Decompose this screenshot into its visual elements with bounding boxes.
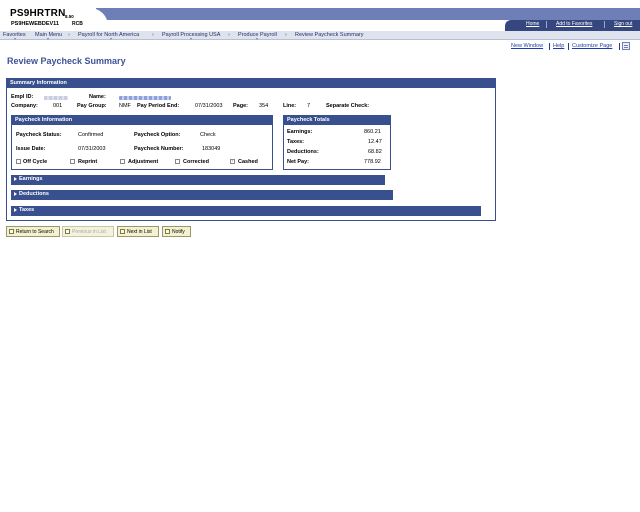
chevron-down-icon [47, 38, 49, 40]
company-label: Company: [11, 103, 38, 109]
expand-arrow-icon [14, 191, 17, 196]
previous-arrow-icon [65, 229, 70, 234]
taxes-total-value: 12.47 [368, 139, 382, 145]
breadcrumb-arrow-icon: › [228, 32, 230, 38]
empl-id-label: Empl ID: [11, 94, 34, 100]
employee-name-link[interactable] [119, 96, 171, 100]
issue-date-value: 07/31/2003 [78, 146, 106, 152]
issue-date-label: Issue Date: [16, 146, 46, 152]
paycheck-totals-box: Paycheck Totals Earnings: 860.21 Taxes: … [283, 115, 391, 170]
add-to-favorites-link[interactable]: Add to Favorites [556, 21, 592, 29]
expand-arrow-icon [14, 176, 17, 181]
summary-panel: Summary Information Empl ID: Name: Compa… [6, 78, 496, 221]
reprint-label: Reprint [78, 159, 98, 165]
customize-page-link[interactable]: Customize Page [572, 43, 612, 49]
app-version: 8.50 [65, 14, 74, 19]
next-in-list-button[interactable]: Next in List [117, 226, 159, 237]
line-label: Line: [283, 103, 297, 109]
database-extra: RCB [72, 21, 83, 27]
chevron-down-icon [256, 38, 258, 40]
page-title: Review Paycheck Summary [7, 56, 126, 66]
corrected-label: Corrected [183, 159, 209, 165]
top-banner [0, 0, 640, 31]
cashed-label: Cashed [238, 159, 258, 165]
return-to-search-label: Return to Search [16, 229, 54, 235]
taxes-section-label: Taxes [19, 207, 35, 213]
new-window-link[interactable]: New Window [511, 43, 543, 49]
separate-check-label: Separate Check: [326, 103, 370, 109]
deductions-total-value: 68.82 [368, 149, 382, 155]
paycheck-status-label: Paycheck Status: [16, 132, 62, 138]
search-return-icon [9, 229, 14, 234]
breadcrumb-arrow-icon: › [68, 32, 70, 38]
paycheck-number-value: 183049 [202, 146, 221, 152]
deductions-total-label: Deductions: [287, 149, 319, 155]
deductions-section-toggle[interactable]: Deductions [11, 190, 393, 200]
adjustment-checkbox[interactable] [120, 159, 125, 164]
page-label: Page: [233, 103, 248, 109]
breadcrumb-arrow-icon: › [152, 32, 154, 38]
earnings-section-label: Earnings [19, 176, 43, 182]
expand-arrow-icon [14, 207, 17, 212]
home-link[interactable]: Home [526, 21, 539, 29]
earnings-total-label: Earnings: [287, 129, 313, 135]
link-separator [568, 43, 569, 50]
link-separator [546, 21, 547, 28]
cashed-checkbox[interactable] [230, 158, 235, 164]
earnings-section-toggle[interactable]: Earnings [11, 175, 385, 185]
company-value: 001 [53, 103, 63, 109]
reprint-checkbox[interactable] [70, 159, 75, 164]
app-title: PS9HRTRN [10, 8, 66, 19]
line-value: 7 [307, 103, 311, 109]
previous-in-list-label: Previous in List [72, 229, 106, 235]
taxes-total-label: Taxes: [287, 139, 305, 145]
breadcrumb-arrow-icon: › [285, 32, 287, 38]
paycheck-number-label: Paycheck Number: [134, 146, 184, 152]
menu-review-paycheck-summary[interactable]: Review Paycheck Summary [295, 32, 363, 38]
summary-header: Summary Information [7, 79, 495, 88]
net-pay-value: 778.92 [364, 159, 381, 165]
empl-id-value-redacted [44, 96, 68, 100]
notify-button[interactable]: Notify [162, 226, 191, 237]
link-separator [604, 21, 605, 28]
next-in-list-label: Next in List [127, 229, 152, 235]
adjustment-label: Adjustment [128, 159, 159, 165]
link-separator [549, 43, 550, 50]
next-arrow-icon [120, 229, 125, 234]
paycheck-information-header: Paycheck Information [12, 116, 272, 125]
previous-in-list-button[interactable]: Previous in List [62, 226, 114, 237]
paycheck-totals-header: Paycheck Totals [284, 116, 390, 125]
banner-blue-band [96, 8, 640, 20]
paycheck-status-value: Confirmed [78, 132, 104, 138]
chevron-down-icon [110, 38, 112, 40]
page-options-icon[interactable] [622, 42, 630, 50]
off-cycle-label: Off Cycle [23, 159, 48, 165]
pay-period-end-label: Pay Period End: [137, 103, 180, 109]
name-label: Name: [89, 94, 106, 100]
page-value: 354 [259, 103, 269, 109]
return-to-search-button[interactable]: Return to Search [6, 226, 60, 237]
pay-group-label: Pay Group: [77, 103, 107, 109]
notify-label: Notify [172, 229, 185, 235]
link-separator [619, 43, 620, 50]
net-pay-label: Net Pay: [287, 159, 310, 165]
pay-period-end-value: 07/31/2003 [195, 103, 223, 109]
deductions-section-label: Deductions [19, 191, 49, 197]
off-cycle-checkbox[interactable] [16, 159, 21, 164]
help-link[interactable]: Help [553, 43, 564, 49]
notify-icon [165, 229, 170, 234]
sign-out-link[interactable]: Sign out [614, 21, 632, 29]
database-name: PS9HEWEBDEV11 [11, 21, 59, 27]
taxes-section-toggle[interactable]: Taxes [11, 206, 481, 216]
pay-group-value: NMF [119, 103, 131, 109]
paycheck-option-value: Check [200, 132, 216, 138]
chevron-down-icon [14, 38, 16, 40]
menu-payroll-north-america[interactable]: Payroll for North America [78, 32, 139, 38]
paycheck-option-label: Paycheck Option: [134, 132, 181, 138]
earnings-total-value: 860.21 [364, 129, 381, 135]
corrected-checkbox[interactable] [175, 159, 180, 164]
paycheck-information-box: Paycheck Information Paycheck Status: Co… [11, 115, 273, 170]
chevron-down-icon [190, 38, 192, 40]
